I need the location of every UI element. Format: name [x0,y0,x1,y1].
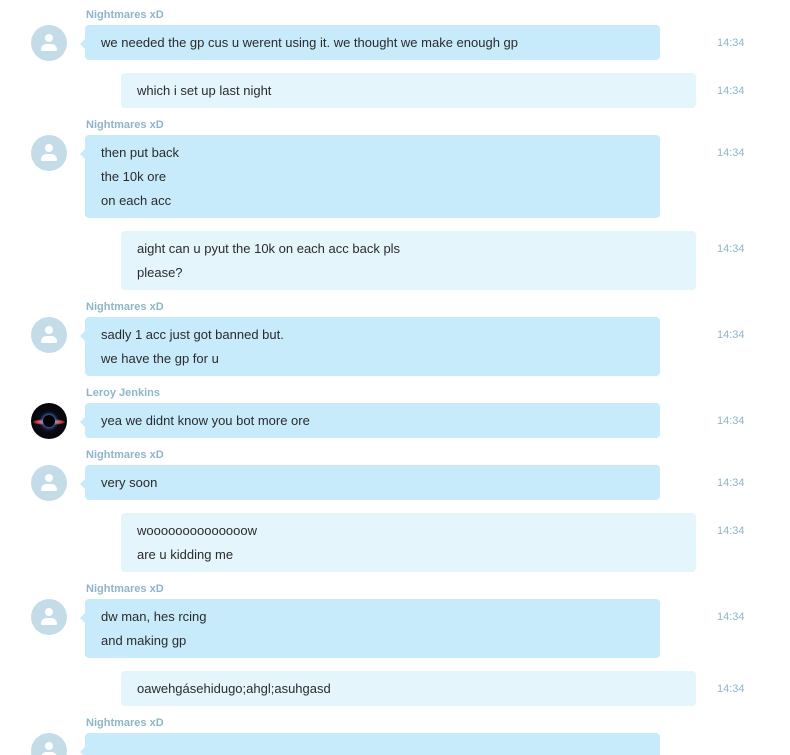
chat-conversation[interactable]: Nightmares xD we needed the gp cus u wer… [0,0,790,755]
message-bubble[interactable]: very soon [80,465,660,500]
message-text: then put back [101,145,180,160]
message-timestamp: 14:34 [717,37,745,49]
message-bubble[interactable] [80,733,660,755]
sender-name: Nightmares xD [86,449,164,461]
message-timestamp: 14:34 [717,683,745,695]
default-avatar-icon[interactable] [31,317,67,353]
message-text: very soon [101,475,158,490]
message-text: aight can u pyut the 10k on each acc bac… [137,241,401,256]
message-bubble[interactable]: we needed the gp cus u werent using it. … [80,25,660,60]
message-text: and making gp [101,633,187,648]
message-bubble[interactable]: yea we didnt know you bot more ore [80,403,660,438]
message-bubble[interactable]: dw man, hes rcing and making gp [80,599,660,658]
message-timestamp: 14:34 [717,329,745,341]
default-avatar-icon[interactable] [31,465,67,501]
photo-avatar-icon[interactable] [31,403,67,439]
default-avatar-icon[interactable] [31,25,67,61]
message-text: oawehgásehidugo;ahgl;asuhgasd [137,681,331,696]
message-timestamp: 14:34 [717,611,745,623]
message-timestamp: 14:34 [717,477,745,489]
message-text: the 10k ore [101,169,167,184]
message-timestamp: 14:34 [717,415,745,427]
message-bubble[interactable]: which i set up last night [121,73,696,108]
message-bubble[interactable]: then put back the 10k ore on each acc [80,135,660,218]
message-text: which i set up last night [137,83,272,98]
message-text: we have the gp for u [101,351,219,366]
sender-name: Nightmares xD [86,301,164,313]
message-timestamp: 14:34 [717,85,745,97]
message-timestamp: 14:34 [717,525,745,537]
message-text: yea we didnt know you bot more ore [101,413,310,428]
message-text: are u kidding me [137,547,234,562]
message-bubble[interactable]: sadly 1 acc just got banned but. we have… [80,317,660,376]
message-bubble[interactable]: woooooooooooooow are u kidding me [121,513,696,572]
message-text: dw man, hes rcing [101,609,207,624]
message-timestamp: 14:34 [717,147,745,159]
message-text: sadly 1 acc just got banned but. [101,327,284,342]
sender-name: Nightmares xD [86,583,164,595]
default-avatar-icon[interactable] [31,135,67,171]
message-bubble[interactable]: oawehgásehidugo;ahgl;asuhgasd [121,671,696,706]
sender-name: Leroy Jenkins [86,387,160,399]
default-avatar-icon[interactable] [31,733,67,755]
sender-name: Nightmares xD [86,717,164,729]
default-avatar-icon[interactable] [31,599,67,635]
message-text: on each acc [101,193,172,208]
message-text: please? [137,265,183,280]
message-text: we needed the gp cus u werent using it. … [101,35,519,50]
sender-name: Nightmares xD [86,119,164,131]
message-bubble[interactable]: aight can u pyut the 10k on each acc bac… [121,231,696,290]
message-timestamp: 14:34 [717,243,745,255]
message-text: woooooooooooooow [137,523,257,538]
sender-name: Nightmares xD [86,9,164,21]
